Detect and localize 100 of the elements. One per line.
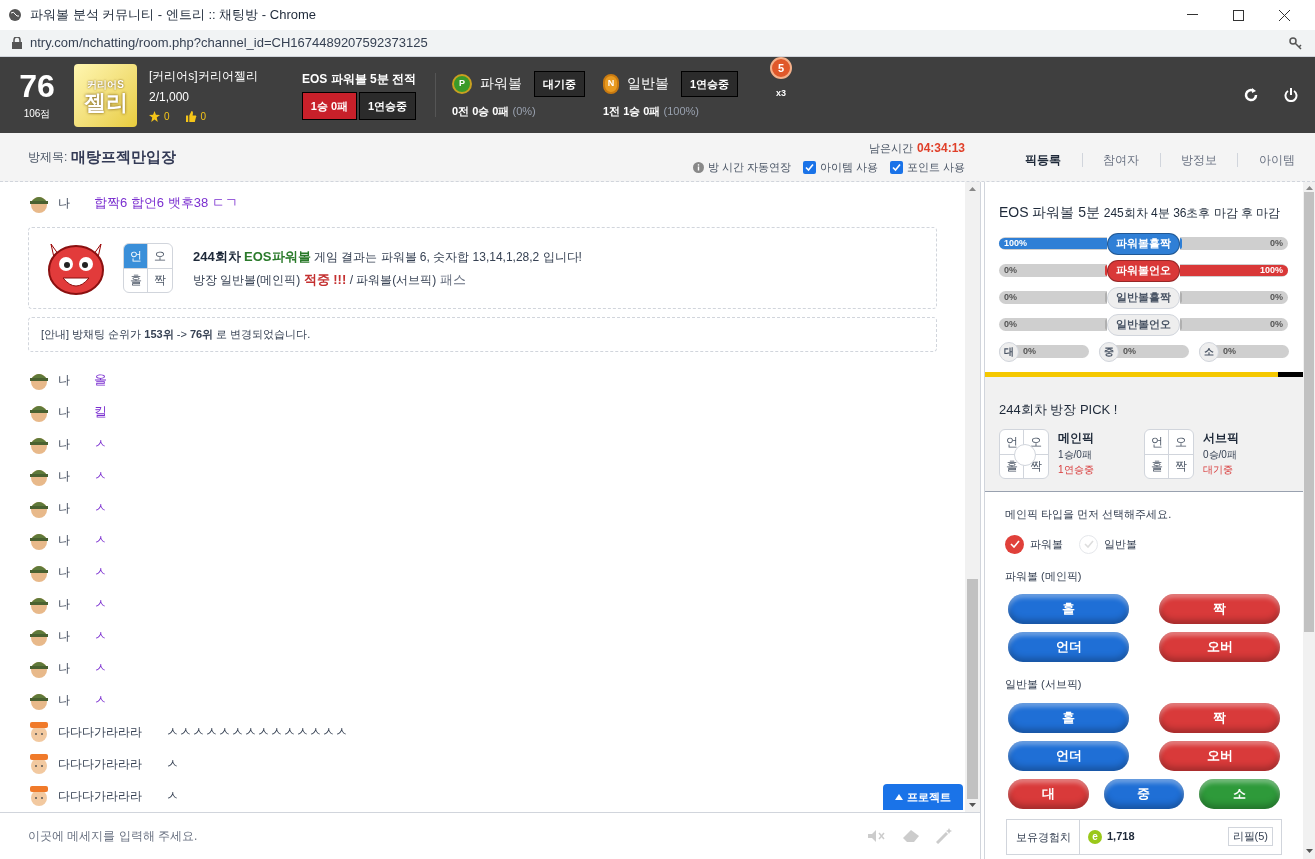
pick-button[interactable]: 오버 [1159,740,1280,771]
pick-button[interactable]: 홀 [1008,702,1129,733]
pick-button[interactable]: 중 [1103,778,1185,809]
chat-message: 올 [94,371,107,390]
up-triangle-icon [895,794,903,800]
mute-icon [868,830,886,842]
vote-percent: 0% [1270,290,1284,304]
score-text: 106점 [23,106,51,121]
exp-label: 보유경험치 [1007,818,1080,855]
user-name: 나 [58,468,70,485]
option-checkbox[interactable] [802,160,816,174]
url-text: ntry.com/nchatting/room.php?channel_id=CH1674489207592373125 [30,34,428,53]
star-count: 0 [164,109,170,124]
game-status: 대기중 [534,70,585,97]
user-name: 나 [58,596,70,613]
option-label: 아이템 사용 [819,159,878,175]
pick-cell: 홀 [124,268,148,292]
option-label: 포인트 사용 [906,159,965,175]
chat-message: ㅅ [94,595,107,614]
pick-button[interactable]: 대 [1008,778,1089,809]
pick-status: 대기중 [1203,463,1234,477]
pick-button[interactable]: 언더 [1008,740,1129,771]
maximize-icon [1232,9,1244,21]
pick-name: 서브픽 [1203,430,1239,447]
time-label: 남은시간 [868,140,913,156]
globe-icon [8,8,22,22]
pick-button[interactable]: 소 [1199,778,1280,809]
refill-button[interactable]: 리필(5) [1227,827,1273,846]
vote-percent: 100% [1003,236,1028,250]
newbie-avatar-icon [28,753,50,775]
pick-cell: 언 [124,244,148,269]
pick-status: 1연승중 [1058,463,1094,477]
newbie-avatar-icon [28,785,50,807]
user-name: 나 [58,372,70,389]
lock-icon [12,37,22,49]
exp-badge: e [1088,829,1102,844]
panel-tab[interactable]: 방정보 [1160,151,1238,169]
pick-cell: 오 [1169,430,1193,455]
pick-cell-text: 짝 [1029,458,1043,476]
profile-name: [커리어s]커리어젤리 [149,67,259,85]
chat-message: ㅅ [94,659,107,678]
pick-button[interactable]: 짝 [1159,594,1280,624]
like-count: 0 [200,109,207,124]
game-name: 파워볼 [480,74,522,94]
info-icon [692,161,704,173]
size-percent: 0% [1123,344,1136,358]
vote-percent: 0% [1270,236,1284,250]
size-label: 중 [1099,341,1119,362]
check-icon [804,162,814,172]
pick-result-text: 방장 일반볼(메인픽) 적중 !!! / 파워볼(서브픽) 패스 [193,271,467,289]
check-icon [891,162,901,172]
chat-message: ㅅ [94,499,107,518]
pick-button[interactable]: 언더 [1008,632,1129,662]
game-name: 일반볼 [626,74,669,94]
pick-cell: 오 [148,244,172,269]
rank-number: 76 [19,69,55,102]
thumbs-up-icon [185,110,197,122]
panel-tab[interactable]: 아이템 [1238,151,1315,169]
user-name: 나 [58,532,70,549]
chat-message: ㅅ [94,531,107,550]
pick-button[interactable]: 오버 [1159,632,1280,662]
chat-scrollbar[interactable] [965,182,980,812]
record-streak: 1연승중 [359,91,417,121]
vote-percent: 0% [1003,317,1017,331]
pick-record: 1승/0패 [1058,448,1093,462]
star-icon [149,110,160,122]
user-name: 나 [58,628,70,645]
message-input[interactable]: 이곳에 메세지를 입력해 주세요. [0,812,980,859]
type-radio[interactable] [1005,534,1024,554]
pick-button[interactable]: 홀 [1008,594,1129,624]
group-title: 일반볼 (서브픽) [1005,677,1083,692]
option-checkbox[interactable] [889,160,903,174]
vote-label: 일반볼언오 [1107,313,1180,336]
pick-button[interactable]: 짝 [1159,702,1280,733]
message-field[interactable]: 이곳에 메세지를 입력해 주세요. [28,827,868,845]
project-button[interactable]: 프로젝트 [883,784,963,810]
option-label: 방 시간 자동연장 [707,159,791,175]
user-name: 다다다가라라라 [58,756,142,773]
record-title: EOS 파워볼 5분 전적 [302,70,416,88]
logo-text: 젤리 [83,91,128,114]
type-radio[interactable] [1079,534,1098,554]
exp-value: 1,718 [1107,829,1135,845]
panel-scrollbar[interactable] [1303,182,1315,859]
power-icon [1284,88,1298,102]
panel-title: EOS 파워볼 5분 245회차 4분 36초후 마감 후 마감 [999,203,1282,222]
scroll-down-icon [1305,849,1313,853]
room-title: 매탕프젝만입장 [71,146,177,167]
user-name: 나 [58,692,70,709]
room-title-label: 방제목: [28,149,68,166]
medal-count: x3 [776,87,786,100]
pick-cell-text: 짝 [153,272,167,290]
panel-tab[interactable]: 픽등록 [1005,151,1082,169]
window-title: 파워볼 분석 커뮤니티 - 엔트리 :: 채팅방 - Chrome [30,6,316,25]
vote-percent: 0% [1270,317,1284,331]
chat-message: ㅅ [94,627,107,646]
size-label: 대 [999,341,1019,362]
notice-text: [안내] 방채팅 순위가 153위 -> 76위 로 변경되었습니다. [41,327,311,343]
vote-percent: 0% [1003,263,1017,277]
pick-name: 메인픽 [1058,430,1094,447]
panel-tab[interactable]: 참여자 [1082,151,1160,169]
